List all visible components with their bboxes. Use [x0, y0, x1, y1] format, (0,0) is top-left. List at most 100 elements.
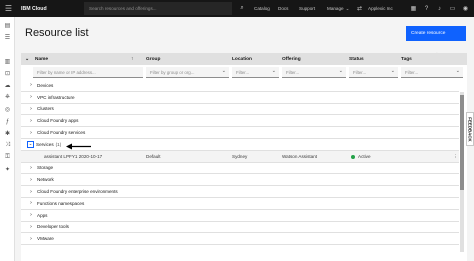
nav-docs[interactable]: Docs [278, 0, 288, 17]
status-badge: Active [351, 151, 371, 163]
resource-list-icon[interactable]: ☰ [3, 33, 12, 42]
feedback-tab[interactable]: FEEDBACK [466, 112, 474, 146]
classic-infrastructure-icon[interactable]: ▥ [3, 57, 12, 66]
nav-manage[interactable]: Manage ⌄ [327, 0, 349, 17]
cloud-shell-icon[interactable]: ▭ [447, 0, 458, 17]
nav-manage-label: Manage [327, 6, 344, 11]
group-label: VPC infrastructure [37, 94, 75, 100]
search-icon[interactable]: ⌕ [236, 2, 248, 15]
group-row[interactable]: › Network [21, 174, 459, 187]
group-label: Cloud Foundry services [37, 130, 86, 136]
vpc-icon[interactable]: ⊡ [3, 69, 12, 78]
nav-support[interactable]: Support [299, 0, 315, 17]
chevron-right-icon[interactable]: › [27, 189, 35, 195]
group-row[interactable]: › Devices [21, 80, 459, 92]
switcher-icon[interactable]: ⇄ [354, 0, 365, 17]
column-header-tags[interactable]: Tags [401, 53, 412, 65]
group-label: Cloud Foundry enterprise environments [37, 189, 118, 195]
chevron-right-icon[interactable]: › [27, 130, 35, 136]
hamburger-menu-icon[interactable]: ☰ [0, 0, 17, 17]
chevron-right-icon[interactable]: › [27, 224, 35, 230]
overflow-menu-icon[interactable]: ⋮ [453, 151, 458, 163]
filter-offering-input[interactable]: Filter... ⌄ [282, 67, 346, 78]
group-row[interactable]: › Storage [21, 163, 459, 175]
column-header-name[interactable]: Name [35, 53, 48, 65]
chevron-right-icon[interactable]: › [27, 236, 35, 242]
chevron-down-icon: ⌄ [390, 68, 395, 74]
group-row[interactable]: › Clusters [21, 104, 459, 116]
group-row[interactable]: › Functions namespaces [21, 198, 459, 210]
dashboard-icon[interactable]: ▤ [3, 21, 12, 30]
chevron-down-icon: ⌄ [455, 68, 460, 74]
group-row[interactable]: › Cloud Foundry enterprise environments [21, 186, 459, 198]
annotation-arrow-icon [66, 143, 91, 150]
security-icon[interactable]: ⚿ [3, 153, 12, 162]
expand-all-icon[interactable]: ⌄ [25, 53, 31, 65]
filter-tags-input[interactable]: Filter... ⌄ [401, 67, 463, 78]
table-row[interactable]: assistant LPFY1 2020-10-17 Default Sydney W… [21, 150, 459, 163]
satellite-icon[interactable]: ✱ [3, 129, 12, 138]
filter-group-placeholder: Filter by group or org... [150, 69, 195, 75]
global-search-input[interactable]: Search resources and offerings... [84, 2, 232, 15]
help-icon[interactable]: ? [421, 0, 432, 17]
filter-offering-placeholder: Filter... [286, 69, 300, 75]
account-switcher[interactable]: Applexic Inc [368, 0, 393, 17]
group-row[interactable]: › VMware [21, 233, 459, 246]
filter-location-input[interactable]: Filter... ⌄ [232, 67, 279, 78]
chevron-right-icon[interactable]: › [27, 82, 35, 88]
filter-name-input[interactable]: Filter by name or IP address... [33, 67, 143, 78]
cost-estimator-icon[interactable]: ▦ [408, 0, 419, 17]
group-label: Services [36, 141, 54, 147]
group-label: Devices [37, 82, 54, 88]
chevron-down-icon[interactable]: ⌄ [27, 140, 34, 148]
nav-catalog[interactable]: Catalog [254, 0, 270, 17]
group-row[interactable]: › VPC infrastructure [21, 92, 459, 104]
group-label: Network [37, 177, 54, 183]
brand-logo[interactable]: IBM Cloud [21, 6, 81, 12]
filter-status-input[interactable]: Filter... ⌄ [349, 67, 398, 78]
group-row[interactable]: › Developer tools [21, 222, 459, 234]
interconnectivity-icon[interactable]: ⤨ [3, 141, 12, 150]
resource-offering: Watson Assistant [282, 154, 318, 160]
group-label: Cloud Foundry apps [37, 118, 79, 124]
functions-icon[interactable]: ƒ [3, 117, 12, 126]
chevron-down-icon: ⌄ [271, 68, 276, 74]
scrollbar-thumb[interactable] [460, 95, 464, 190]
column-header-group[interactable]: Group [146, 53, 160, 65]
chevron-right-icon[interactable]: › [27, 94, 35, 100]
chevron-right-icon[interactable]: › [27, 165, 35, 171]
chevron-right-icon[interactable]: › [27, 106, 35, 112]
page-title: Resource list [25, 27, 89, 39]
feedback-label: FEEDBACK [467, 116, 473, 142]
chevron-down-icon: ⌄ [221, 68, 226, 74]
user-avatar-icon[interactable]: ◉ [460, 0, 471, 17]
kubernetes-icon[interactable]: ⎈ [3, 93, 12, 102]
group-label: Functions namespaces [37, 200, 85, 206]
create-resource-button[interactable]: Create resource [406, 26, 466, 41]
notifications-icon[interactable]: ♪ [434, 0, 445, 17]
group-row[interactable]: › Cloud Foundry services [21, 127, 459, 139]
status-text: Active [358, 154, 371, 160]
left-sidebar: ▤ ☰ ▥ ⊡ ☁ ⎈ ◎ ƒ ✱ ⤨ ⚿ ✦ [0, 17, 15, 261]
filter-group-input[interactable]: Filter by group or org... ⌄ [146, 67, 229, 78]
chevron-right-icon[interactable]: › [27, 212, 35, 218]
group-row[interactable]: › Apps [21, 210, 459, 222]
filter-location-placeholder: Filter... [236, 69, 250, 75]
group-row[interactable]: › Cloud Foundry apps [21, 115, 459, 128]
chevron-right-icon[interactable]: › [27, 200, 35, 206]
filter-status-placeholder: Filter... [353, 69, 367, 75]
sort-arrow-icon[interactable]: ↑ [131, 53, 133, 65]
group-label: VMware [37, 236, 54, 242]
chevron-right-icon[interactable]: › [27, 177, 35, 183]
column-header-offering[interactable]: Offering [282, 53, 301, 65]
resource-name-link[interactable]: assistant LPFY1 2020-10-17 [44, 151, 102, 163]
openshift-icon[interactable]: ◎ [3, 105, 12, 114]
column-header-status[interactable]: Status [349, 53, 364, 65]
cloud-foundry-icon[interactable]: ☁ [3, 81, 12, 90]
filter-row: Filter by name or IP address... Filter b… [21, 65, 467, 80]
group-label: Clusters [37, 106, 54, 112]
column-header-location[interactable]: Location [232, 53, 252, 65]
watson-icon[interactable]: ✦ [3, 165, 12, 174]
chevron-right-icon[interactable]: › [27, 118, 35, 124]
filter-tags-placeholder: Filter... [405, 69, 419, 75]
